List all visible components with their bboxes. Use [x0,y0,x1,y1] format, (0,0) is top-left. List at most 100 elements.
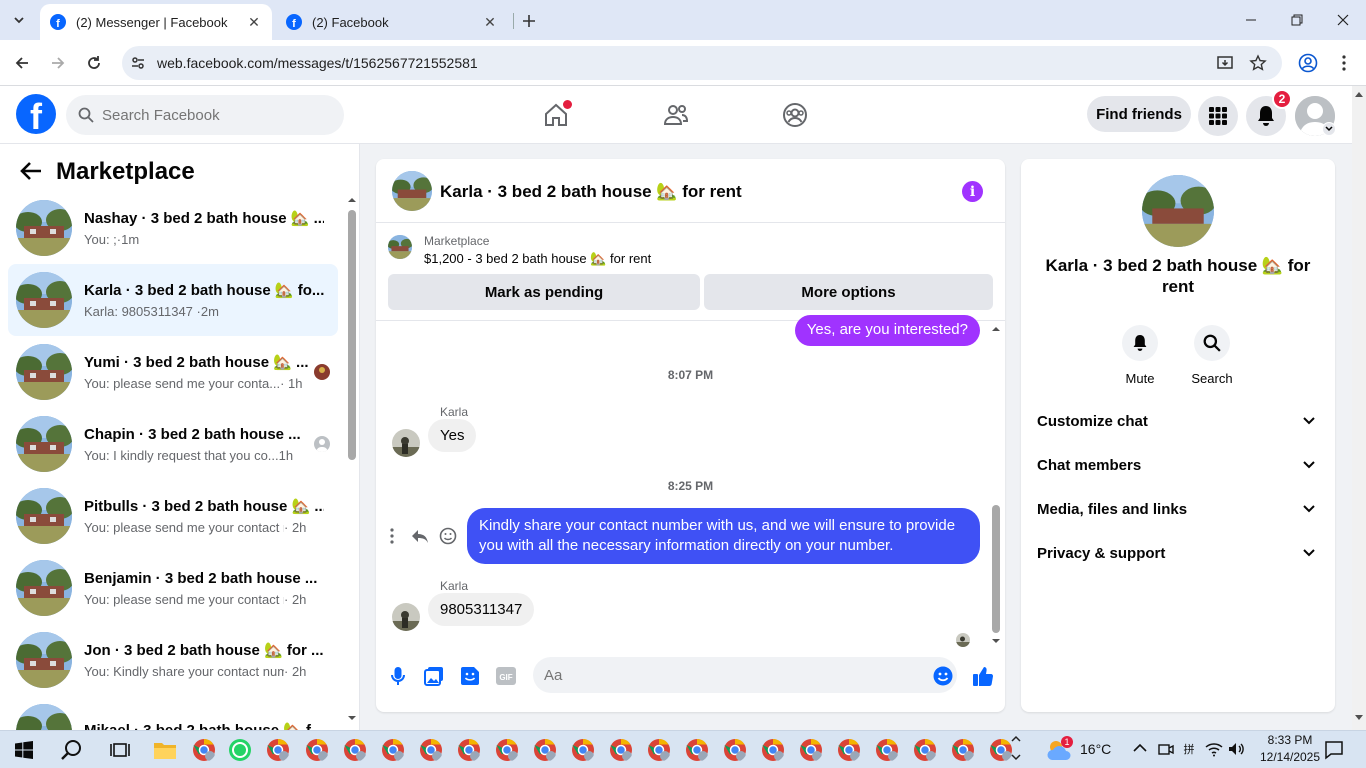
temperature[interactable]: 16°C [1080,741,1111,757]
friends-nav[interactable] [659,98,693,132]
chat-scrollbar[interactable] [990,325,1002,647]
profile-button[interactable] [1296,51,1320,75]
tab-messenger[interactable]: f (2) Messenger | Facebook ✕ [40,4,272,40]
conversation-item[interactable]: Mikael · 3 bed 2 bath house 🏡 f... [8,696,338,730]
task-view-icon[interactable] [110,741,130,759]
scroll-up-icon[interactable] [991,325,1001,333]
message-outgoing[interactable]: Yes, are you interested? [794,315,980,346]
file-explorer-icon[interactable] [153,740,177,760]
info-icon[interactable]: i [962,181,983,202]
address-bar[interactable]: web.facebook.com/messages/t/156256772155… [122,46,1282,80]
close-window-button[interactable] [1320,0,1366,40]
conversation-item[interactable]: Karla · 3 bed 2 bath house 🏡 fo... Karla:… [8,264,338,336]
chevron-up-icon[interactable] [1010,733,1022,745]
gif-button[interactable]: GIF [494,664,518,688]
message-input[interactable] [533,657,957,693]
facebook-logo[interactable]: f [16,94,56,134]
chrome-profile-icon[interactable] [875,738,899,762]
sender-avatar[interactable] [392,603,420,631]
meet-now-icon[interactable] [1158,741,1174,757]
info-section-chat-members[interactable]: Chat members [1029,443,1327,487]
minimize-button[interactable] [1228,0,1274,40]
browser-menu-button[interactable] [1332,51,1356,75]
chevron-up-icon[interactable] [1133,743,1147,753]
search-action[interactable]: Search [1182,325,1242,386]
chrome-profile-icon[interactable] [685,738,709,762]
sender-avatar[interactable] [392,429,420,457]
search-icon[interactable] [61,739,83,761]
message-more-icon[interactable] [390,528,394,544]
chrome-profile-icon[interactable] [457,738,481,762]
chrome-profile-icon[interactable] [192,738,216,762]
back-button[interactable] [10,51,34,75]
conversation-item[interactable]: Yumi · 3 bed 2 bath house 🏡 ... You: plea… [8,336,338,408]
chrome-profile-icon[interactable] [913,738,937,762]
windows-start-icon[interactable] [15,741,33,759]
groups-nav[interactable] [778,98,812,132]
sidebar-scrollbar[interactable] [346,196,356,726]
forward-button[interactable] [46,51,70,75]
volume-icon[interactable] [1228,741,1246,757]
info-section-customize-chat[interactable]: Customize chat [1029,399,1327,443]
react-smiley-icon[interactable] [439,527,457,545]
attach-photo-button[interactable] [422,664,446,688]
chrome-profile-icon[interactable] [609,738,633,762]
chrome-profile-icon[interactable] [343,738,367,762]
sticker-button[interactable] [458,664,482,688]
scroll-down-icon[interactable] [1355,715,1363,721]
chrome-profile-icon[interactable] [799,738,823,762]
mute-button[interactable] [1122,325,1158,361]
listing-title[interactable]: $1,200 - 3 bed 2 bath house 🏡 for rent [424,251,651,267]
clock-time[interactable]: 8:33 PM [1260,733,1320,747]
mark-as-pending-button[interactable]: Mark as pending [388,274,700,310]
search-in-conversation-button[interactable] [1194,325,1230,361]
chat-scroll-thumb[interactable] [992,505,1000,633]
mute-action[interactable]: Mute [1110,325,1170,386]
back-arrow-icon[interactable] [20,161,42,181]
home-nav[interactable] [539,98,573,132]
find-friends-button[interactable]: Find friends [1087,96,1191,132]
scroll-down-icon[interactable] [991,637,1001,645]
scroll-up-icon[interactable] [1355,91,1363,97]
voice-clip-button[interactable] [386,664,410,688]
chrome-profile-icon[interactable] [266,738,290,762]
conversation-item[interactable]: Pitbulls · 3 bed 2 bath house 🏡 ... You: … [8,480,338,552]
page-scrollbar[interactable] [1352,86,1366,730]
chrome-profile-icon[interactable] [571,738,595,762]
like-button[interactable] [971,664,995,688]
chrome-profile-icon[interactable] [951,738,975,762]
conversation-item[interactable]: Nashay · 3 bed 2 bath house 🏡 ... You: ;·… [8,192,338,264]
chrome-profile-icon[interactable] [837,738,861,762]
info-section-media-files-and-links[interactable]: Media, files and links [1029,487,1327,531]
emoji-button[interactable] [931,664,955,688]
reload-button[interactable] [82,51,106,75]
conversation-item[interactable]: Jon · 3 bed 2 bath house 🏡 for ... You: K… [8,624,338,696]
message-incoming[interactable]: 9805311347 [428,593,535,626]
conversation-avatar[interactable] [1142,175,1214,247]
tab-search-button[interactable] [6,8,32,32]
facebook-search-input[interactable] [102,106,322,124]
restore-button[interactable] [1274,0,1320,40]
bookmark-star-icon[interactable] [1249,54,1267,72]
wifi-icon[interactable] [1205,741,1223,757]
new-tab-button[interactable] [516,10,542,32]
clock-date[interactable]: 12/14/2025 [1255,750,1325,764]
chrome-profile-icon[interactable] [533,738,557,762]
account-dropdown[interactable] [1322,122,1336,136]
chrome-profile-icon[interactable] [419,738,443,762]
menu-button[interactable] [1198,96,1238,136]
install-app-icon[interactable] [1216,54,1234,72]
sidebar-scroll-thumb[interactable] [348,210,356,460]
chat-avatar[interactable] [392,171,432,211]
message-incoming[interactable]: Yes [428,419,477,452]
whatsapp-icon[interactable] [228,738,252,762]
chrome-profile-icon[interactable] [305,738,329,762]
conversation-item[interactable]: Benjamin · 3 bed 2 bath house ... You: pl… [8,552,338,624]
close-tab-icon[interactable]: ✕ [246,14,262,30]
conversation-item[interactable]: Chapin · 3 bed 2 bath house ... You: I ki… [8,408,338,480]
listing-thumbnail[interactable] [388,235,412,259]
chrome-profile-icon[interactable] [761,738,785,762]
close-tab-icon[interactable]: ✕ [482,14,498,30]
chrome-profile-icon[interactable] [495,738,519,762]
chevron-down-icon[interactable] [1010,751,1022,763]
